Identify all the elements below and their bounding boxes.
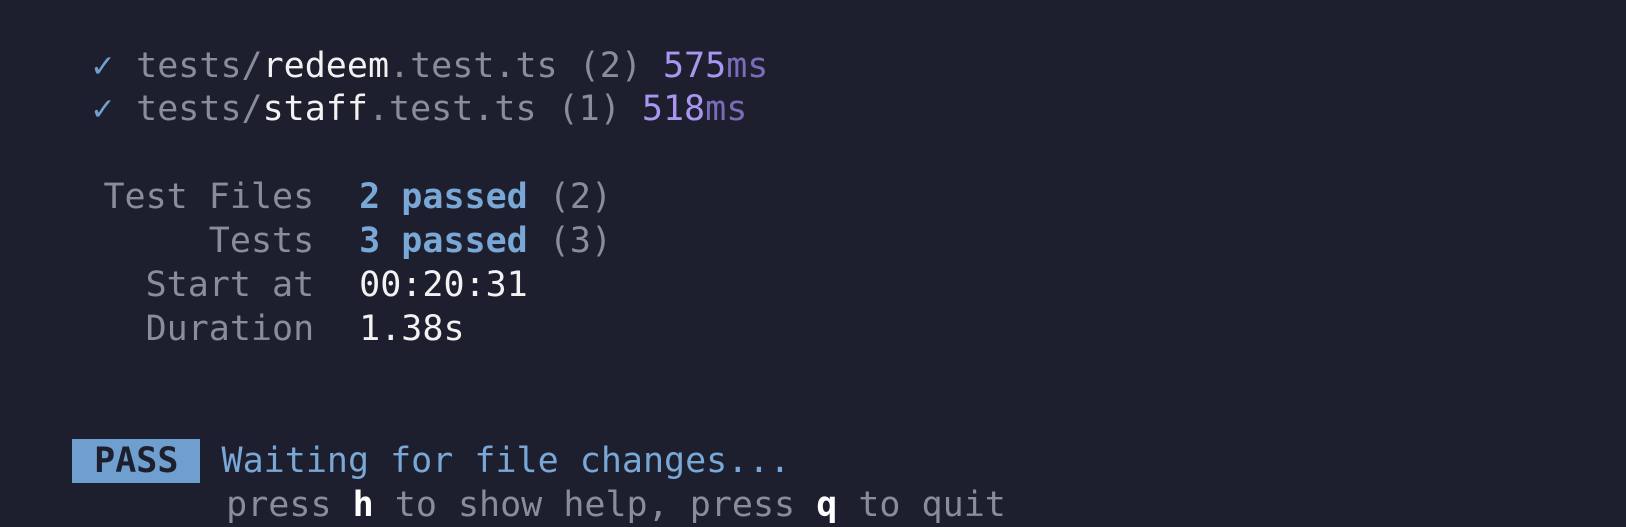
summary-tests: Tests 3 passed (3) (0, 175, 612, 261)
test-time-value: 518 (641, 89, 706, 129)
hint-text: to quit (837, 485, 1006, 525)
summary-label: Duration (145, 309, 315, 349)
pass-badge: PASS (72, 439, 201, 483)
summary-duration: Duration 1.38s (0, 263, 465, 349)
test-path-suffix: .test.ts (367, 89, 537, 129)
test-file-name: staff (262, 89, 368, 129)
total-count: (3) (548, 221, 613, 261)
hint-text: to show help, press (373, 485, 817, 525)
duration-value: 1.38s (359, 309, 465, 349)
help-key[interactable]: h (353, 485, 374, 525)
test-path-prefix: tests/ (136, 89, 263, 129)
test-result-line: ✓ tests/redeem.test.ts (2) 575ms (50, 0, 768, 86)
quit-key[interactable]: q (816, 485, 837, 525)
test-count: (1) (557, 89, 621, 129)
test-result-line: ✓ tests/staff.test.ts (1) 518ms (50, 43, 747, 129)
summary-start-at: Start at 00:20:31 (0, 219, 528, 305)
hint-text: press (226, 485, 353, 525)
summary-test-files: Test Files 2 passed (2) (0, 131, 612, 217)
watch-status-line: PASS Waiting for file changes... (30, 395, 790, 483)
keyboard-hint-line: press h to show help, press q to quit (184, 439, 1006, 525)
check-icon: ✓ (92, 89, 114, 129)
test-time-unit: ms (705, 89, 748, 129)
